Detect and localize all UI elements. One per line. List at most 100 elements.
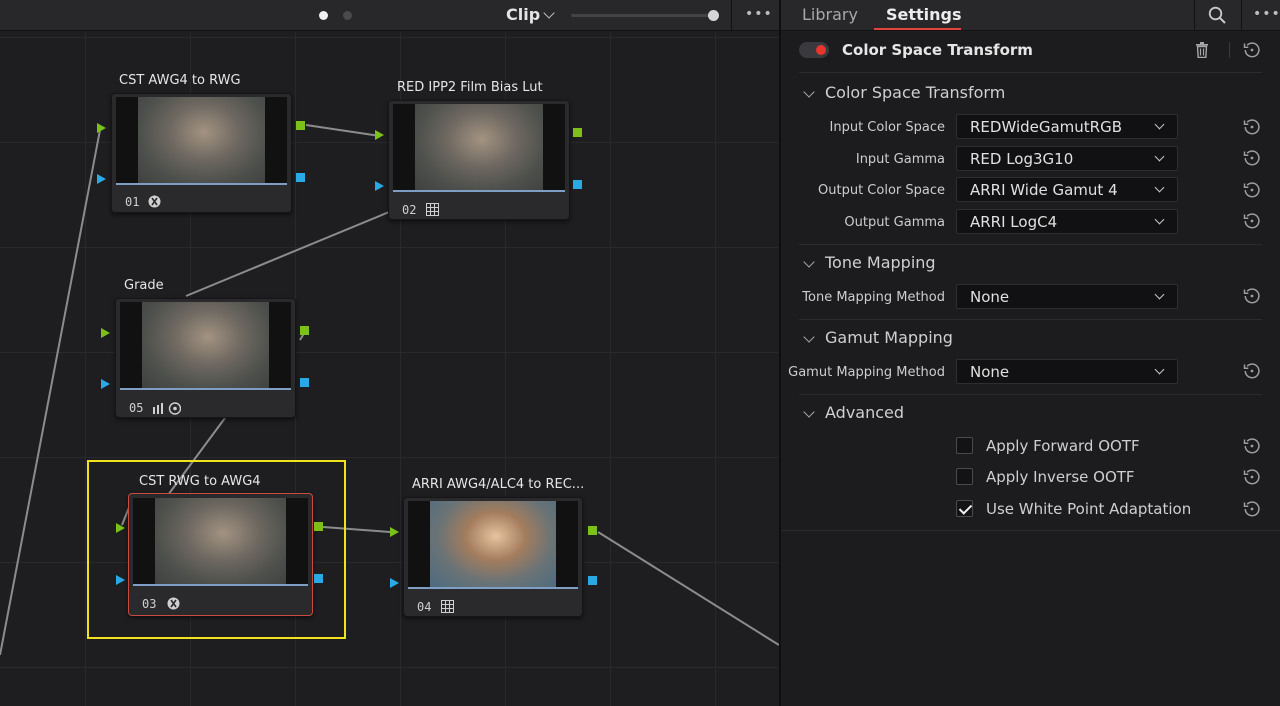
node-number: 04	[417, 600, 432, 614]
reset-icon[interactable]	[1243, 468, 1261, 486]
node-alpha-input[interactable]	[390, 578, 399, 588]
divider	[781, 530, 1280, 531]
dropdown-value: None	[970, 288, 1010, 306]
input-color-space-dropdown[interactable]: REDWideGamutRGB	[956, 114, 1178, 139]
reset-icon[interactable]	[1243, 362, 1261, 380]
apply-forward-ootf-checkbox[interactable]	[956, 437, 973, 454]
chevron-down-icon	[1154, 364, 1165, 375]
node-rgb-input[interactable]	[101, 328, 110, 338]
inspector-tabs-bar: Library Settings •••	[781, 0, 1280, 31]
output-color-space-label: Output Color Space	[818, 183, 945, 198]
node-alpha-output[interactable]	[296, 173, 305, 182]
reset-icon[interactable]	[1243, 181, 1261, 199]
divider	[799, 244, 1262, 245]
dropdown-value: ARRI LogC4	[970, 213, 1058, 231]
apply-inverse-ootf-checkbox[interactable]	[956, 468, 973, 485]
input-gamma-dropdown[interactable]: RED Log3G10	[956, 146, 1178, 171]
divider	[1241, 0, 1242, 31]
section-color-space-transform[interactable]: Color Space Transform	[799, 83, 1005, 102]
node-03[interactable]: 03	[128, 493, 313, 616]
node-rgb-output[interactable]	[588, 526, 597, 535]
effect-header: Color Space Transform	[781, 32, 1280, 70]
section-label: Color Space Transform	[825, 83, 1006, 102]
chevron-down-icon	[1154, 151, 1165, 162]
reset-icon[interactable]	[1243, 287, 1261, 305]
chevron-down-icon	[803, 406, 815, 418]
effect-enable-toggle[interactable]	[799, 42, 829, 58]
effect-title: Color Space Transform	[842, 41, 1033, 59]
divider	[799, 72, 1262, 73]
gamut-mapping-method-label: Gamut Mapping Method	[788, 365, 945, 380]
use-white-point-adaptation-checkbox[interactable]	[956, 500, 973, 517]
tone-mapping-method-dropdown[interactable]: None	[956, 284, 1178, 309]
divider	[799, 394, 1262, 395]
node-thumbnail	[133, 498, 308, 586]
output-color-space-dropdown[interactable]: ARRI Wide Gamut 4	[956, 177, 1178, 202]
reset-icon[interactable]	[1243, 41, 1261, 59]
apply-forward-ootf-label: Apply Forward OOTF	[986, 437, 1140, 455]
transform-icon	[148, 195, 161, 208]
bars-icon	[153, 402, 181, 415]
section-advanced[interactable]: Advanced	[799, 403, 904, 422]
tab-settings[interactable]: Settings	[886, 5, 962, 24]
chevron-down-icon	[1154, 182, 1165, 193]
chevron-down-icon	[803, 256, 815, 268]
reset-icon[interactable]	[1243, 500, 1261, 518]
reset-icon[interactable]	[1243, 118, 1261, 136]
use-white-point-adaptation-label: Use White Point Adaptation	[986, 500, 1192, 518]
node-rgb-output[interactable]	[573, 128, 582, 137]
node-rgb-output[interactable]	[296, 121, 305, 130]
gamut-mapping-method-dropdown[interactable]: None	[956, 359, 1178, 384]
dropdown-value: REDWideGamutRGB	[970, 118, 1123, 136]
tab-library[interactable]: Library	[802, 5, 858, 24]
active-tab-indicator	[874, 28, 961, 30]
node-label: RED IPP2 Film Bias Lut	[397, 80, 543, 95]
section-tone-mapping[interactable]: Tone Mapping	[799, 253, 936, 272]
node-rgb-output[interactable]	[300, 326, 309, 335]
trash-icon[interactable]	[1195, 42, 1209, 58]
section-label: Tone Mapping	[825, 253, 936, 272]
chevron-down-icon	[803, 86, 815, 98]
dropdown-value: RED Log3G10	[970, 150, 1074, 168]
node-01[interactable]: 01	[111, 93, 292, 213]
node-label: ARRI AWG4/ALC4 to REC...	[412, 477, 585, 492]
node-label: Grade	[124, 278, 164, 293]
node-thumbnail	[116, 97, 287, 185]
node-alpha-output[interactable]	[300, 378, 309, 387]
node-rgb-input[interactable]	[390, 527, 399, 537]
divider	[1194, 0, 1195, 31]
node-alpha-input[interactable]	[375, 181, 384, 191]
node-number: 05	[129, 401, 144, 415]
node-label: CST AWG4 to RWG	[119, 73, 241, 88]
chevron-down-icon	[1154, 119, 1165, 130]
chevron-down-icon	[1154, 214, 1165, 225]
node-rgb-input[interactable]	[97, 123, 106, 133]
node-thumbnail	[120, 302, 291, 390]
search-icon[interactable]	[1208, 6, 1227, 25]
node-rgb-input[interactable]	[116, 523, 125, 533]
node-02[interactable]: 02	[388, 100, 570, 220]
node-alpha-output[interactable]	[573, 180, 582, 189]
tone-mapping-method-label: Tone Mapping Method	[802, 290, 945, 305]
node-alpha-input[interactable]	[101, 379, 110, 389]
node-alpha-input[interactable]	[116, 575, 125, 585]
node-number: 02	[402, 203, 417, 217]
node-thumbnail	[393, 104, 565, 192]
chevron-down-icon	[803, 331, 815, 343]
output-gamma-dropdown[interactable]: ARRI LogC4	[956, 209, 1178, 234]
reset-icon[interactable]	[1243, 212, 1261, 230]
more-options-icon[interactable]: •••	[1253, 6, 1280, 22]
node-05[interactable]: 05	[115, 298, 296, 418]
node-04[interactable]: 04	[403, 497, 583, 617]
node-alpha-output[interactable]	[314, 574, 323, 583]
node-label: CST RWG to AWG4	[139, 474, 261, 489]
node-rgb-output[interactable]	[314, 522, 323, 531]
node-alpha-output[interactable]	[588, 576, 597, 585]
node-alpha-input[interactable]	[97, 174, 106, 184]
node-rgb-input[interactable]	[375, 130, 384, 140]
input-color-space-label: Input Color Space	[829, 120, 945, 135]
transform-icon	[167, 597, 180, 610]
reset-icon[interactable]	[1243, 149, 1261, 167]
reset-icon[interactable]	[1243, 437, 1261, 455]
section-gamut-mapping[interactable]: Gamut Mapping	[799, 328, 953, 347]
